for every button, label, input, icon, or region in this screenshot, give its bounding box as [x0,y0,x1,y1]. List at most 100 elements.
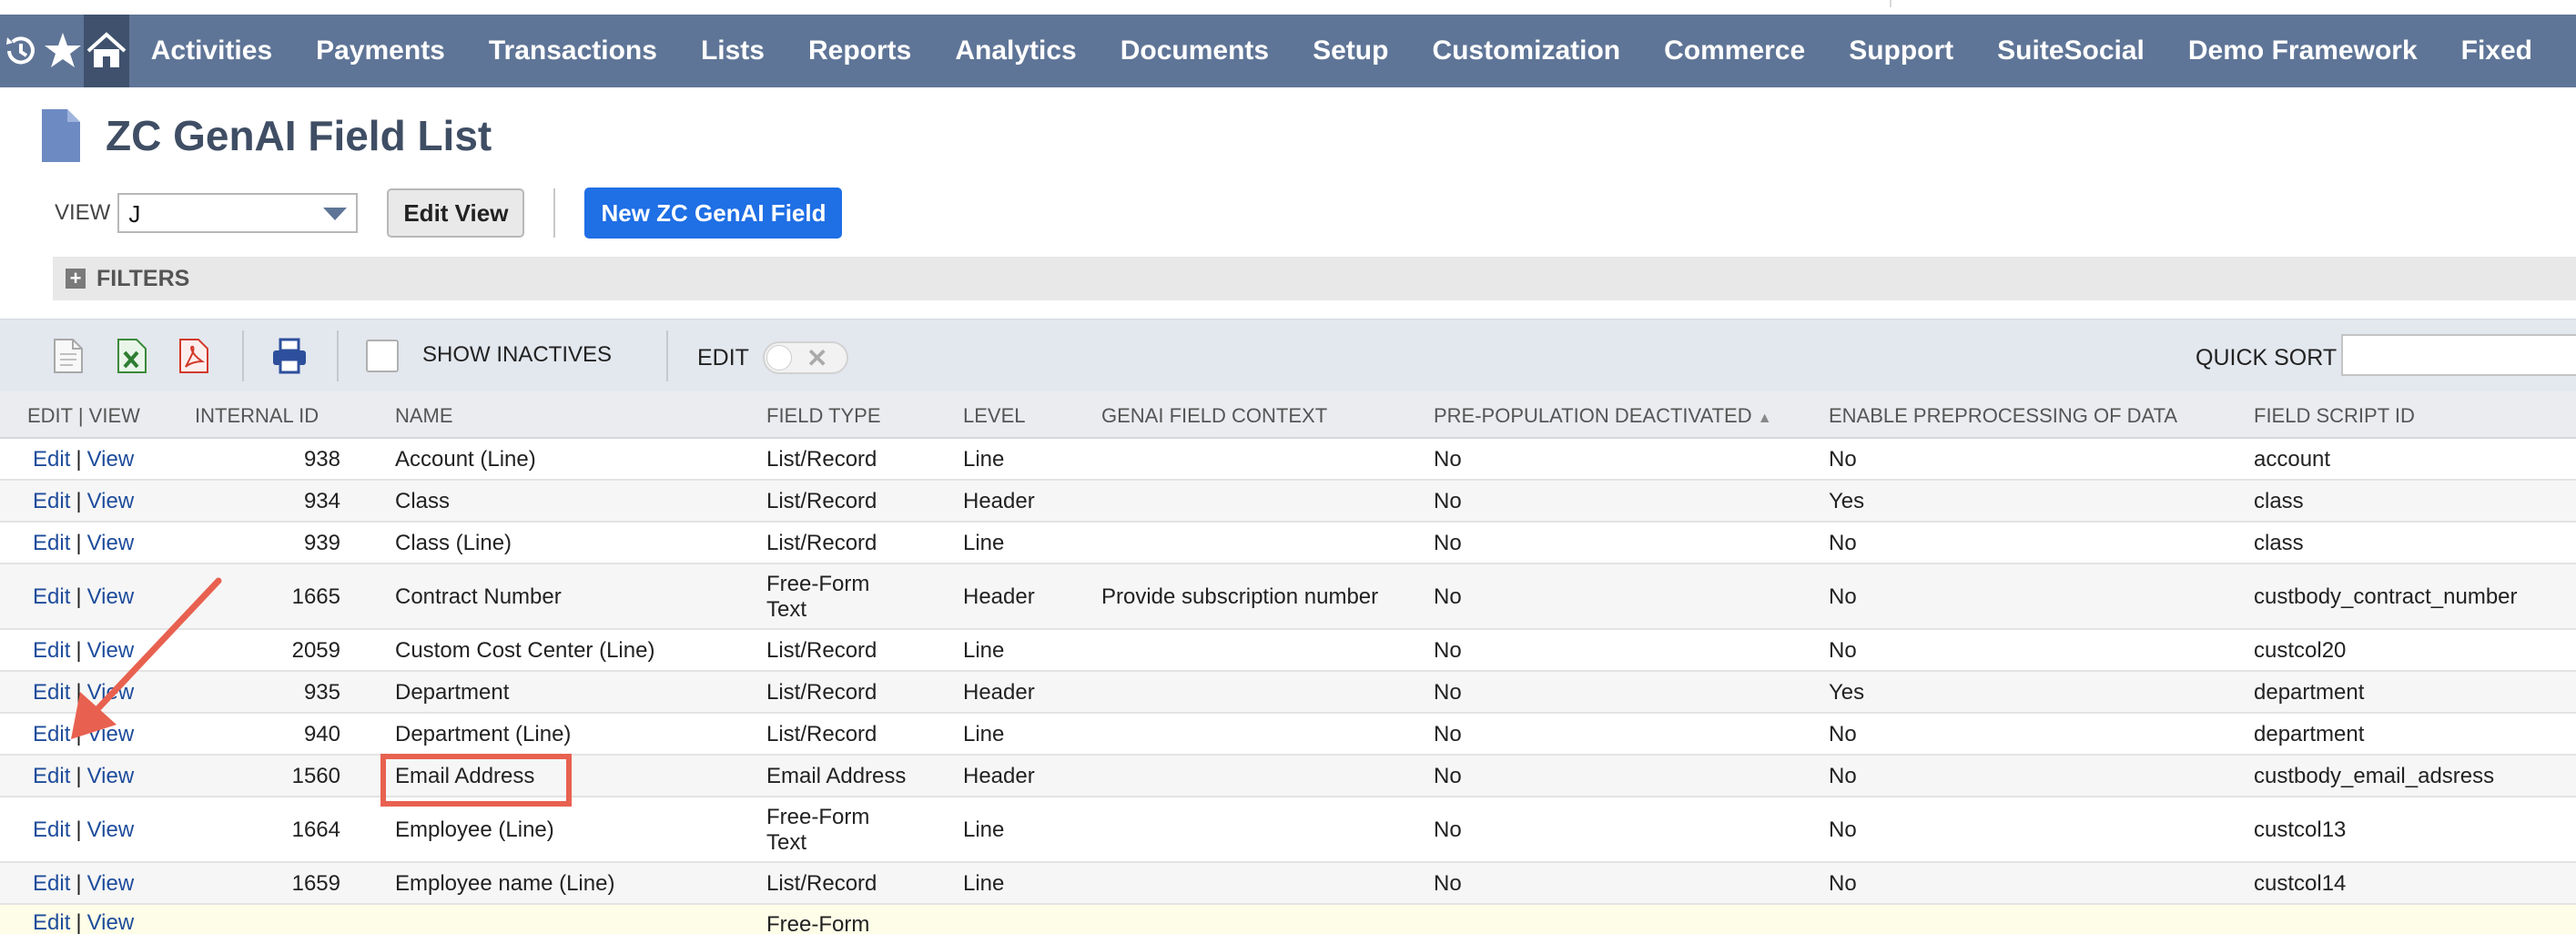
nav-payments[interactable]: Payments [316,36,445,66]
table-row: Edit | View 939 Class (Line) List/Record Line N… [0,523,2576,564]
level-cell: Line [963,871,1005,896]
col-internal-id[interactable]: INTERNAL ID [195,404,319,428]
view-link[interactable]: View [87,531,135,555]
col-level[interactable]: LEVEL [963,404,1026,428]
view-label: VIEW [55,200,111,225]
quick-sort-select[interactable] [2341,334,2576,376]
export-pdf-icon[interactable] [178,338,209,374]
edit-view-button[interactable]: Edit View [387,188,525,238]
print-icon[interactable] [271,338,308,374]
view-link[interactable]: View [87,638,135,663]
expand-plus-icon[interactable]: + [66,269,86,289]
new-genai-field-button[interactable]: New ZC GenAI Field [584,188,843,239]
col-prepopulation-label: PRE-POPULATION DEACTIVATED [1434,404,1752,427]
nav-documents[interactable]: Documents [1121,36,1269,66]
edit-link[interactable]: Edit [33,638,70,663]
col-prepopulation[interactable]: PRE-POPULATION DEACTIVATED ▲ [1434,404,1772,428]
view-link[interactable]: View [87,447,135,472]
table-row: Edit | View 938 Account (Line) List/Record Lin… [0,439,2576,481]
view-link[interactable]: View [87,680,135,705]
nav-activities[interactable]: Activities [151,36,272,66]
internal-id-cell: 934 [303,489,340,513]
view-link[interactable]: View [87,764,135,788]
name-cell: Class (Line) [395,531,512,555]
col-name[interactable]: NAME [395,404,453,428]
recent-records-button[interactable] [0,15,42,87]
view-link[interactable]: View [87,871,135,896]
view-link[interactable]: View [87,489,135,513]
edit-link[interactable]: Edit [33,447,70,472]
view-link[interactable]: View [87,910,135,934]
export-excel-icon[interactable] [117,338,147,374]
edit-link[interactable]: Edit [33,680,70,705]
sort-up-icon: ▲ [1757,411,1772,426]
divider [553,188,556,238]
view-controls: VIEW J Edit View New ZC GenAI Field [55,188,843,239]
divider [242,330,244,381]
separator: | [76,910,82,934]
field-type-cell: List/Record [766,871,877,896]
show-inactives-checkbox[interactable] [366,340,399,372]
edit-link[interactable]: Edit [33,584,70,609]
edit-link[interactable]: Edit [33,764,70,788]
nav-analytics[interactable]: Analytics [955,36,1076,66]
table-row: Edit | View 935 Department List/Record Header N… [0,672,2576,714]
name-cell: Department (Line) [395,722,572,746]
col-enable-preprocessing[interactable]: ENABLE PREPROCESSING OF DATA [1829,404,2177,428]
edit-link[interactable]: Edit [33,722,70,746]
shortcuts-button[interactable] [42,15,84,87]
col-script-id[interactable]: FIELD SCRIPT ID [2254,404,2415,428]
edit-link[interactable]: Edit [33,817,70,842]
edit-link[interactable]: Edit [33,531,70,555]
top-strip [0,0,2576,15]
col-genai-context[interactable]: GENAI FIELD CONTEXT [1101,404,1327,428]
nav-lists[interactable]: Lists [701,36,765,66]
field-type-cell: Free-Form Text [766,572,870,622]
edit-link[interactable]: Edit [33,910,70,934]
internal-id-cell: 940 [303,722,340,746]
edit-link[interactable]: Edit [33,871,70,896]
nav-transactions[interactable]: Transactions [489,36,657,66]
row-actions: Edit | View [33,531,134,556]
view-link[interactable]: View [87,817,135,842]
row-actions: Edit | View [33,871,134,897]
enable-preprocessing-cell: No [1829,584,1857,609]
enable-preprocessing-cell: No [1829,722,1857,746]
row-actions: Edit | View [33,817,134,843]
inline-edit-toggle[interactable]: ✕ [763,341,848,374]
level-cell: Line [963,531,1005,555]
level-cell: Header [963,584,1035,609]
home-button[interactable] [84,15,129,87]
nav-customization[interactable]: Customization [1432,36,1620,66]
view-link[interactable]: View [87,584,135,609]
table-row: Edit | View Free-Form [0,905,2576,934]
filters-bar[interactable]: + FILTERS [53,257,2576,300]
view-link[interactable]: View [87,722,135,746]
separator: | [76,817,82,842]
script-id-cell: account [2254,447,2331,472]
nav-demo-framework[interactable]: Demo Framework [2188,36,2418,66]
separator: | [76,638,82,663]
table-row: Edit | View 2059 Custom Cost Center (Line) Li… [0,630,2576,672]
script-id-cell: custbody_contract_number [2254,584,2518,609]
nav-suitesocial[interactable]: SuiteSocial [1997,36,2145,66]
edit-link[interactable]: Edit [33,489,70,513]
nav-reports[interactable]: Reports [808,36,911,66]
view-select[interactable]: J [117,193,359,233]
nav-support[interactable]: Support [1849,36,1953,66]
level-cell: Header [963,680,1035,705]
prepopulation-cell: No [1434,871,1462,896]
nav-fixed[interactable]: Fixed [2461,36,2532,66]
name-cell: Employee (Line) [395,817,554,842]
nav-commerce[interactable]: Commerce [1664,36,1805,66]
divider [337,330,339,381]
col-field-type[interactable]: FIELD TYPE [766,404,881,428]
row-actions: Edit | View [33,910,134,934]
script-id-cell: department [2254,722,2365,746]
nav-setup[interactable]: Setup [1313,36,1388,66]
divider [1890,0,1891,7]
internal-id-cell: 1659 [291,871,340,896]
separator: | [76,531,82,555]
show-inactives-label: SHOW INACTIVES [422,342,613,367]
export-csv-icon[interactable] [53,338,84,374]
